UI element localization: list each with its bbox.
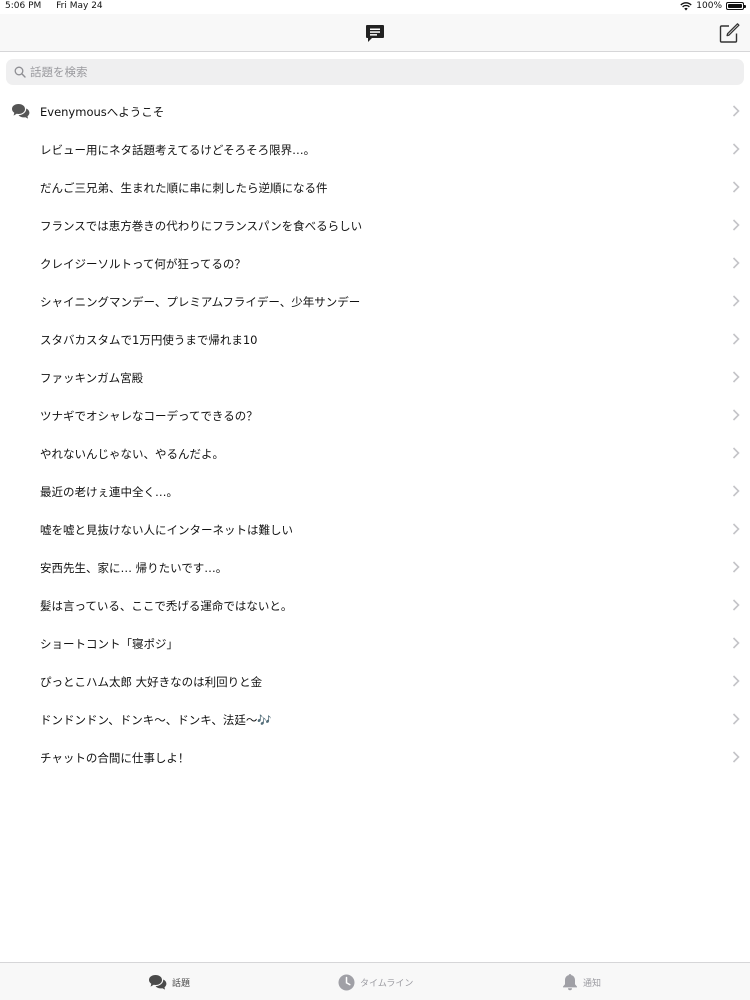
topic-label: フランスでは恵方巻きの代わりにフランスパンを食べるらしい [40,219,363,233]
tab-topics[interactable]: 話題 [148,963,190,1000]
topic-label: やれないんじゃない、やるんだよ。 [40,447,224,461]
bell-icon [563,974,577,991]
topic-row[interactable]: 最近の老けぇ連中全く…。 [0,472,750,510]
topic-row[interactable]: ぴっとこハム太郎 大好きなのは利回りと金 [0,662,750,700]
topic-label: だんご三兄弟、生まれた順に串に刺したら逆順になる件 [40,181,328,195]
tab-label: 話題 [172,978,191,989]
battery-percent: 100% [696,1,722,11]
chevron-right-icon [732,219,740,231]
topic-row[interactable]: ショートコント「寝ポジ」 [0,624,750,662]
chevron-right-icon [732,713,740,725]
status-right: 100% [680,1,746,11]
topic-row[interactable]: シャイニングマンデー、プレミアムフライデー、少年サンデー [0,282,750,320]
chevron-right-icon [732,599,740,611]
chevron-right-icon [732,485,740,497]
topic-label: ショートコント「寝ポジ」 [40,637,178,651]
chevron-right-icon [732,371,740,383]
topic-row[interactable]: Evenymousへようこそ [0,92,750,130]
topic-row[interactable]: 髪は言っている、ここで禿げる運命ではないと。 [0,586,750,624]
chat-bubbles-icon [12,104,30,119]
clock-icon [338,974,355,990]
wifi-icon [680,1,692,10]
topic-row[interactable]: だんご三兄弟、生まれた順に串に刺したら逆順になる件 [0,168,750,206]
topic-label: シャイニングマンデー、プレミアムフライデー、少年サンデー [40,295,361,309]
chevron-right-icon [732,637,740,649]
topic-label: Evenymousへようこそ [40,105,165,119]
chevron-right-icon [732,105,740,117]
topic-list: Evenymousへようこそ レビュー用にネタ話題考えてるけどそろそろ限界…。 … [0,92,750,776]
topic-label: 最近の老けぇ連中全く…。 [40,485,178,499]
chevron-right-icon [732,143,740,155]
search-icon [14,66,26,78]
chevron-right-icon [732,257,740,269]
chevron-right-icon [732,561,740,573]
topic-row[interactable]: レビュー用にネタ話題考えてるけどそろそろ限界…。 [0,130,750,168]
search-bar[interactable] [6,59,744,85]
tab-label: 通知 [583,978,602,989]
topic-label: レビュー用にネタ話題考えてるけどそろそろ限界…。 [40,143,316,157]
topic-row[interactable]: クレイジーソルトって何が狂ってるの？ [0,244,750,282]
chevron-right-icon [732,181,740,193]
tab-notifications[interactable]: 通知 [562,963,601,1000]
topic-label: 髪は言っている、ここで禿げる運命ではないと。 [40,599,293,613]
tab-bar: 話題 タイムライン 通知 [0,962,750,1000]
status-date: Fri May 24 [56,1,103,11]
search-input[interactable] [30,65,710,79]
topic-row[interactable]: スタバカスタムで1万円使うまで帰れま10 [0,320,750,358]
topic-label: 安西先生、家に… 帰りたいです…。 [40,561,228,575]
status-bar: 5:06 PM Fri May 24 100% [0,0,750,14]
status-time: 5:06 PM [5,1,42,11]
topic-label: ドンドンドン、ドンキ〜、ドンキ、法廷〜🎶 [40,713,272,727]
topic-row[interactable]: ツナギでオシャレなコーデってできるの？ [0,396,750,434]
chevron-right-icon [732,675,740,687]
chat-bubble-icon [366,25,384,42]
compose-icon[interactable] [718,22,740,44]
chevron-right-icon [732,447,740,459]
topic-row[interactable]: チャットの合間に仕事しよ！ [0,738,750,776]
app-screen: 5:06 PM Fri May 24 100% 話題を検索 Evenymousへ… [0,0,750,1000]
chevron-right-icon [732,751,740,763]
chevron-right-icon [732,333,740,345]
chevron-right-icon [732,409,740,421]
topic-row[interactable]: ドンドンドン、ドンキ〜、ドンキ、法廷〜🎶 [0,700,750,738]
tab-timeline[interactable]: タイムライン [338,963,413,1000]
status-left: 5:06 PM Fri May 24 [5,1,115,11]
topic-row[interactable]: やれないんじゃない、やるんだよ。 [0,434,750,472]
topic-row[interactable]: フランスでは恵方巻きの代わりにフランスパンを食べるらしい [0,206,750,244]
tab-label: タイムライン [360,978,414,989]
topic-row[interactable]: ファッキンガム宮殿 [0,358,750,396]
topic-label: ファッキンガム宮殿 [40,371,144,385]
topic-label: 嘘を嘘と見抜けない人にインターネットは難しい [40,523,293,537]
topic-label: ぴっとこハム太郎 大好きなのは利回りと金 [40,675,263,689]
topic-label: クレイジーソルトって何が狂ってるの？ [40,257,246,271]
chevron-right-icon [732,295,740,307]
chat-bubbles-icon [149,975,167,990]
chevron-right-icon [732,523,740,535]
navigation-bar [0,14,750,52]
topic-label: ツナギでオシャレなコーデってできるの？ [40,409,258,423]
battery-icon [726,2,746,10]
topic-label: スタバカスタムで1万円使うまで帰れま10 [40,333,258,347]
topic-row[interactable]: 安西先生、家に… 帰りたいです…。 [0,548,750,586]
topic-label: チャットの合間に仕事しよ！ [40,751,190,765]
topic-row[interactable]: 嘘を嘘と見抜けない人にインターネットは難しい [0,510,750,548]
